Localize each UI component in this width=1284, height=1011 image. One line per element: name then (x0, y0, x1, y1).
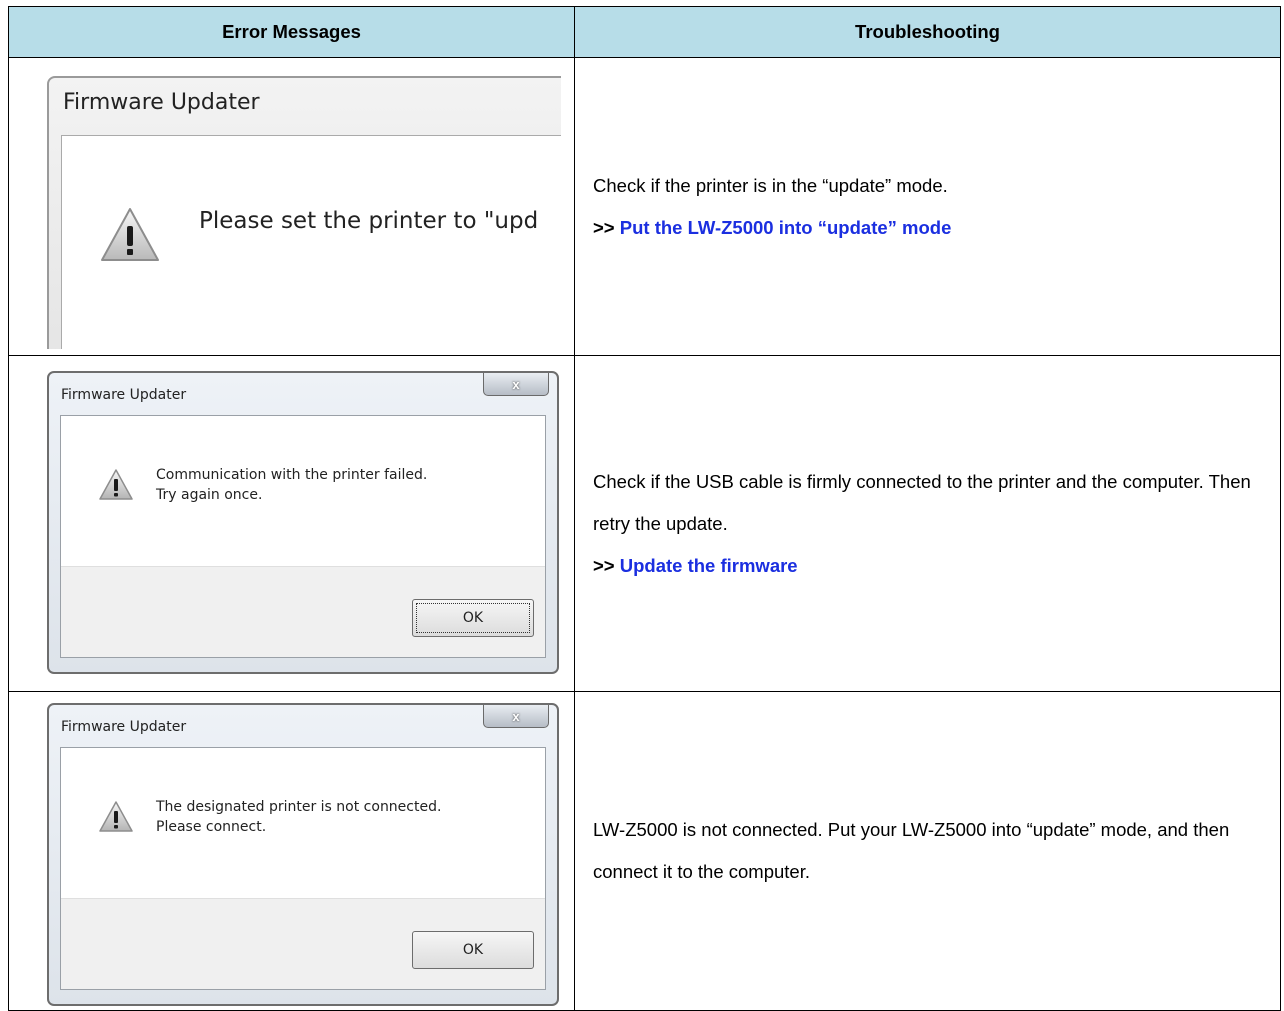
dialog-screenshot: Firmware Updater Please set the printer … (47, 76, 561, 349)
dialog-client-area: The designated printer is not connected.… (60, 747, 546, 990)
dialog-title: Firmware Updater (61, 719, 187, 735)
warning-icon (99, 469, 133, 500)
ok-button[interactable]: OK (412, 931, 534, 969)
link-line: >> Update the firmware (593, 545, 1280, 587)
warning-icon (99, 801, 133, 832)
dialog-message: Please set the printer to "upd (199, 208, 539, 234)
warning-icon (101, 208, 159, 261)
header-troubleshooting: Troubleshooting (574, 6, 1281, 58)
troubleshooting-text: Check if the printer is in the “update” … (593, 174, 948, 196)
dialog-screenshot: Firmware Updater x The designated printe… (47, 703, 559, 1006)
dialog-message-line2: Try again once. (156, 487, 263, 503)
dialog-message: Communication with the printer failed. T… (156, 465, 427, 505)
table-row: Firmware Updater x The designated printe… (8, 691, 1281, 1011)
dialog-title: Firmware Updater (63, 90, 260, 115)
dialog-client-area: Communication with the printer failed. T… (60, 415, 546, 658)
ok-button[interactable]: OK (412, 599, 534, 637)
dialog-screenshot: Firmware Updater x Communication with th… (47, 371, 559, 674)
troubleshooting-cell: Check if the printer is in the “update” … (574, 57, 1281, 356)
dialog-message-line2: Please connect. (156, 819, 267, 835)
dialog-message: The designated printer is not connected.… (156, 797, 441, 837)
header-row: Error Messages Troubleshooting (8, 6, 1281, 58)
dialog-message-line1: The designated printer is not connected. (156, 799, 442, 815)
troubleshooting-table: Error Messages Troubleshooting Firmware … (8, 6, 1281, 1011)
error-message-cell: Firmware Updater Please set the printer … (8, 57, 575, 356)
update-mode-link[interactable]: Put the LW-Z5000 into “update” mode (620, 217, 952, 238)
close-button[interactable]: x (483, 373, 549, 396)
dialog-title: Firmware Updater (61, 387, 187, 403)
link-prefix: >> (593, 216, 620, 238)
table-row: Firmware Updater x Communication with th… (8, 355, 1281, 692)
update-firmware-link[interactable]: Update the firmware (620, 555, 798, 576)
table-row: Firmware Updater Please set the printer … (8, 57, 1281, 356)
troubleshooting-text: LW-Z5000 is not connected. Put your LW-Z… (593, 819, 1230, 882)
troubleshooting-text: Check if the USB cable is firmly connect… (593, 470, 1251, 534)
header-error-messages: Error Messages (8, 6, 575, 58)
error-message-cell: Firmware Updater x Communication with th… (8, 355, 575, 692)
link-prefix: >> (593, 554, 620, 576)
error-message-cell: Firmware Updater x The designated printe… (8, 691, 575, 1011)
link-line: >> Put the LW-Z5000 into “update” mode (593, 207, 1280, 249)
troubleshooting-cell: LW-Z5000 is not connected. Put your LW-Z… (574, 691, 1281, 1011)
troubleshooting-cell: Check if the USB cable is firmly connect… (574, 355, 1281, 692)
close-button[interactable]: x (483, 705, 549, 728)
dialog-message-line1: Communication with the printer failed. (156, 467, 428, 483)
